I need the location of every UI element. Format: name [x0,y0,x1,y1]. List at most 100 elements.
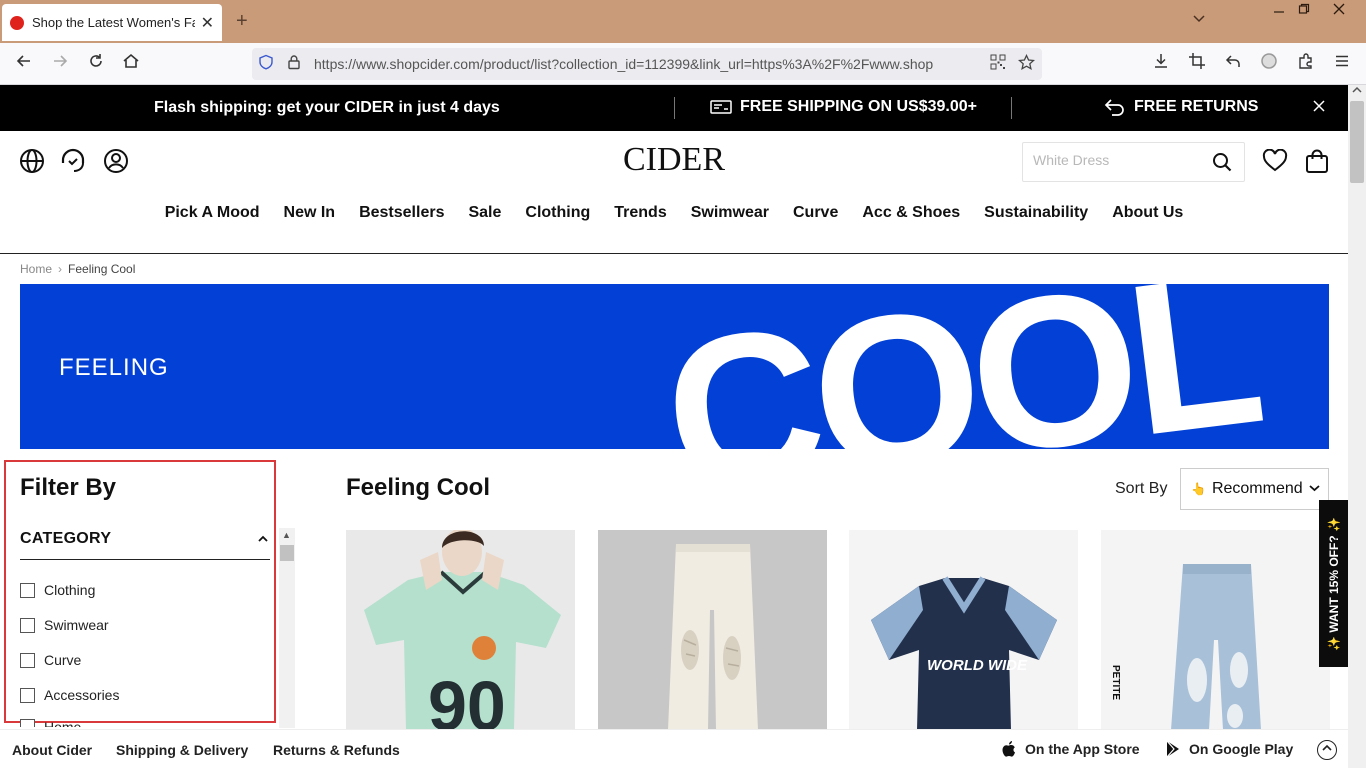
screenshot-crop-icon[interactable] [1185,52,1209,76]
jersey-print-text: WORLD WIDE [927,657,1028,674]
customer-support-headset-icon[interactable] [60,148,86,174]
category-option-swimwear[interactable]: Swimwear [20,617,109,633]
footer-returns-link[interactable]: Returns & Refunds [273,742,400,758]
forward-arrow-icon[interactable] [48,52,72,76]
new-tab-button[interactable]: + [236,10,248,33]
scroll-thumb[interactable] [280,545,294,561]
bookmark-star-icon[interactable] [1016,53,1036,74]
checkbox[interactable] [20,652,35,668]
category-option-curve[interactable]: Curve [20,652,81,668]
menu-hamburger-icon[interactable] [1330,52,1354,76]
search-input[interactable] [1033,152,1203,168]
free-returns-item[interactable]: FREE RETURNS [1104,98,1258,116]
search-box [1022,142,1245,182]
category-filter-header[interactable]: CATEGORY [20,530,270,560]
promo-divider [674,97,675,119]
category-option-clothing[interactable]: Clothing [20,582,95,598]
search-icon[interactable] [1212,152,1232,177]
google-play-link[interactable]: On Google Play [1165,740,1293,758]
nav-about-us[interactable]: About Us [1112,204,1183,244]
footer-about-link[interactable]: About Cider [12,742,92,758]
nav-curve[interactable]: Curve [793,204,838,244]
category-option-home[interactable]: Home [20,719,81,727]
nav-swimwear[interactable]: Swimwear [691,204,769,244]
nav-new-in[interactable]: New In [284,204,336,244]
nav-sale[interactable]: Sale [468,204,501,244]
app-store-label: On the App Store [1025,741,1140,757]
page-scroll-thumb[interactable] [1350,101,1364,183]
product-image[interactable]: PETITE [1101,530,1330,730]
promo-close-icon[interactable] [1312,97,1326,118]
tab-title: Shop the Latest Women's Fashion [32,15,195,30]
nav-trends[interactable]: Trends [614,204,666,244]
tab-close-icon[interactable]: ✕ [201,13,214,33]
address-bar[interactable]: https://www.shopcider.com/product/list?c… [252,48,1042,80]
product-card[interactable]: 90 [346,530,575,730]
back-to-top-icon[interactable] [1317,740,1337,760]
tab-list-chevron-icon[interactable] [1192,12,1206,27]
extension-circle-icon[interactable] [1257,52,1281,76]
lock-icon[interactable] [284,54,304,74]
petite-badge: PETITE [1110,665,1121,700]
discount-side-tab[interactable]: ✨ WANT 15% OFF? ✨ [1319,500,1348,667]
checkbox[interactable] [20,582,35,598]
breadcrumb-separator-icon: › [58,262,63,276]
downloads-icon[interactable] [1149,52,1173,76]
footer-shipping-link[interactable]: Shipping & Delivery [116,742,248,758]
apple-icon [1002,741,1015,757]
shield-icon[interactable] [256,54,276,74]
product-image[interactable] [598,530,827,730]
product-card[interactable]: PETITE [1101,530,1330,730]
back-arrow-icon[interactable] [12,52,36,76]
jersey-number-text: 90 [428,667,506,730]
checkbox[interactable] [20,719,35,727]
product-image[interactable]: 90 [346,530,575,730]
free-shipping-item[interactable]: FREE SHIPPING ON US$39.00+ [710,98,977,116]
breadcrumb-home[interactable]: Home [20,262,52,276]
cider-logo[interactable]: CIDER [574,141,774,179]
product-card[interactable]: WORLD WIDE [849,530,1078,730]
shopping-bag-icon[interactable] [1304,148,1330,174]
scroll-up-arrow-icon[interactable]: ▲ [282,530,291,540]
browser-tab-strip: Shop the Latest Women's Fashion ✕ + [0,0,1366,43]
google-play-label: On Google Play [1189,741,1294,757]
product-image[interactable]: WORLD WIDE [849,530,1078,730]
close-window-icon[interactable] [1324,2,1354,18]
app-store-link[interactable]: On the App Store [1001,740,1140,758]
free-returns-text: FREE RETURNS [1134,98,1259,115]
sort-dropdown[interactable]: 👆 Recommend [1180,468,1329,510]
checkbox[interactable] [20,617,35,633]
nav-sustainability[interactable]: Sustainability [984,204,1088,244]
nav-acc-shoes[interactable]: Acc & Shoes [862,204,960,244]
restore-window-icon[interactable] [1289,2,1319,18]
scroll-up-arrow-icon[interactable] [1352,85,1362,97]
nav-bestsellers[interactable]: Bestsellers [359,204,444,244]
banner-cool-text: COOL [653,284,1269,449]
browser-toolbar: https://www.shopcider.com/product/list?c… [0,43,1366,85]
globe-icon[interactable] [19,148,45,174]
chevron-up-icon[interactable] [258,532,268,546]
category-option-label: Home [44,719,82,727]
category-option-accessories[interactable]: Accessories [20,687,119,703]
reload-icon[interactable] [84,52,108,76]
category-scrollbar[interactable]: ▲ [279,528,295,728]
category-option-label: Swimwear [44,617,109,633]
account-user-icon[interactable] [103,148,129,174]
wishlist-heart-icon[interactable] [1262,148,1288,175]
product-card[interactable] [598,530,827,730]
sort-selected-value: Recommend [1211,480,1303,497]
page-scrollbar[interactable] [1348,85,1366,768]
extensions-puzzle-icon[interactable] [1294,52,1318,76]
nav-pick-a-mood[interactable]: Pick A Mood [165,204,260,244]
home-icon[interactable] [119,52,143,76]
browser-tab[interactable]: Shop the Latest Women's Fashion ✕ [2,4,222,41]
free-shipping-text: FREE SHIPPING ON US$39.00+ [740,98,977,115]
nav-clothing[interactable]: Clothing [525,204,590,244]
checkbox[interactable] [20,687,35,703]
qr-code-icon[interactable] [988,54,1008,74]
return-arrow-icon [1104,99,1124,116]
undo-arrow-icon[interactable] [1221,52,1245,76]
header-divider [0,253,1348,254]
google-play-icon [1166,740,1179,758]
flash-shipping-text[interactable]: Flash shipping: get your CIDER in just 4… [154,99,500,117]
